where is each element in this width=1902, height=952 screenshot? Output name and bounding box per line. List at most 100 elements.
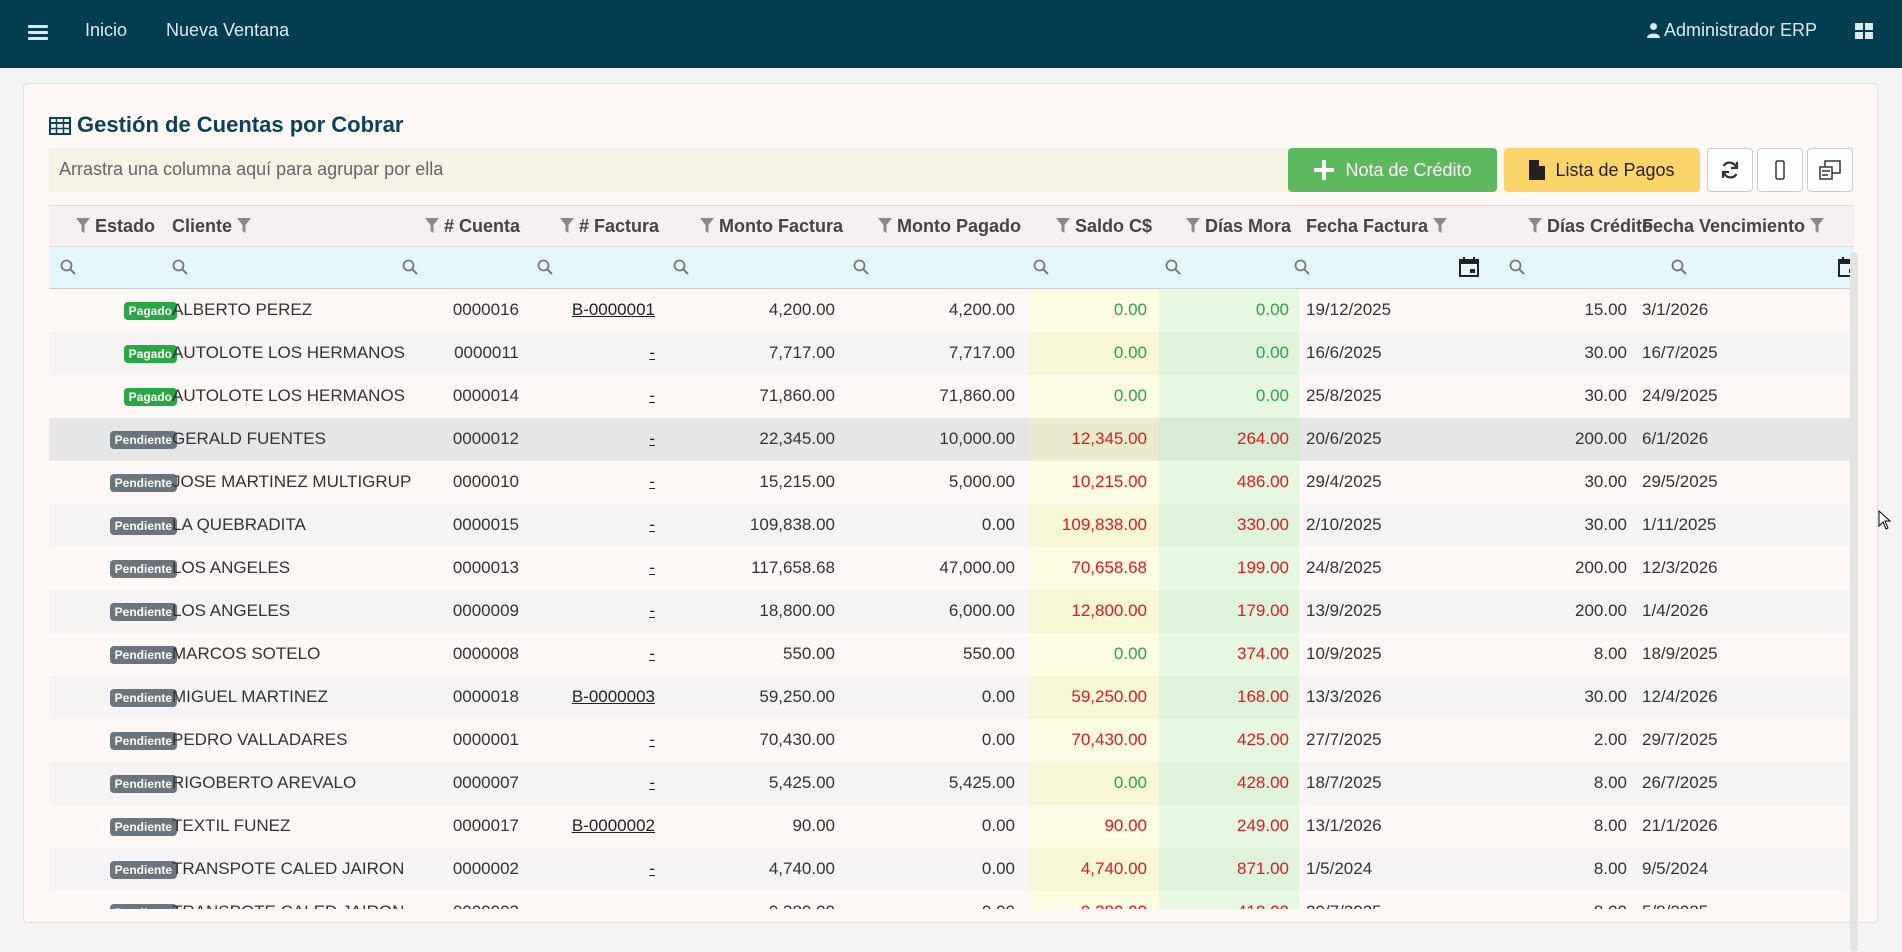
filter-search-estado-icon[interactable] — [60, 259, 76, 279]
cell-monto-factura: 117,658.68 — [751, 558, 835, 577]
filter-search-saldo-icon[interactable] — [1165, 259, 1181, 279]
table-row[interactable]: Pendiente LOS ANGELES 0000013 - 117,658.68 47… — [49, 547, 1854, 590]
cell-factura-link[interactable]: - — [649, 601, 655, 621]
refresh-icon — [1721, 161, 1739, 179]
cell-factura-link[interactable]: B-0000001 — [572, 300, 655, 320]
filter-icon[interactable] — [237, 218, 252, 234]
cell-factura-link[interactable]: - — [649, 386, 655, 406]
filter-icon[interactable] — [76, 218, 90, 234]
table-row[interactable]: Pendiente MIGUEL MARTINEZ 0000018 B-0000003… — [49, 676, 1854, 719]
cell-saldo: 0.00 — [1113, 300, 1147, 319]
table-row[interactable]: Pendiente MARCOS SOTELO 0000008 - 550.00 550.… — [49, 633, 1854, 676]
export-button[interactable] — [1757, 148, 1803, 192]
cell-factura-link[interactable]: - — [649, 902, 655, 909]
col-dias-credito-header[interactable]: Días Crédito — [1528, 216, 1653, 237]
cell-fecha-factura: 10/9/2025 — [1306, 644, 1382, 663]
column-chooser-button[interactable] — [1807, 148, 1853, 192]
col-estado-header[interactable]: Estado — [76, 216, 155, 237]
cell-fecha-factura: 25/8/2025 — [1306, 386, 1382, 405]
filter-icon[interactable] — [700, 218, 714, 234]
cell-dias-credito: 30.00 — [1584, 386, 1627, 405]
cell-fecha-factura: 1/5/2024 — [1306, 859, 1373, 878]
cell-saldo: 70,658.68 — [1071, 558, 1147, 577]
col-cuenta-header[interactable]: # Cuenta — [425, 216, 520, 237]
cell-saldo: 90.00 — [1104, 816, 1147, 835]
table-row[interactable]: Pendiente LOS ANGELES 0000009 - 18,800.00 6,0… — [49, 590, 1854, 633]
group-panel[interactable]: Arrastra una columna aquí para agrupar p… — [49, 148, 1294, 192]
filter-icon[interactable] — [1186, 218, 1200, 234]
filter-search-cuenta-icon[interactable] — [537, 259, 553, 279]
table-row[interactable]: Pendiente LA QUEBRADITA 0000015 - 109,838.00… — [49, 504, 1854, 547]
cell-factura-link[interactable]: - — [649, 859, 655, 879]
table-row[interactable]: Pagado ALBERTO PEREZ 0000016 B-0000001 4,200… — [49, 289, 1854, 332]
file-icon — [1529, 160, 1546, 180]
cell-cuenta: 0000013 — [452, 558, 519, 577]
filter-icon[interactable] — [1056, 218, 1070, 234]
table-row[interactable]: Pendiente GERALD FUENTES 0000012 - 22,345.00… — [49, 418, 1854, 461]
user-icon — [1646, 23, 1660, 38]
cell-dias-credito: 200.00 — [1575, 558, 1627, 577]
cell-monto-pagado: 0.00 — [981, 730, 1015, 749]
nota-credito-button[interactable]: Nota de Crédito — [1288, 148, 1497, 192]
cell-monto-pagado: 0.00 — [981, 687, 1015, 706]
lista-pagos-button[interactable]: Lista de Pagos — [1504, 148, 1700, 192]
table-row[interactable]: Pendiente PEDRO VALLADARES 0000001 - 70,430.… — [49, 719, 1854, 762]
filter-icon[interactable] — [1528, 218, 1542, 234]
filter-search-dias-mora-icon[interactable] — [1294, 259, 1310, 279]
apps-icon[interactable] — [1854, 21, 1874, 41]
cell-dias-credito: 15.00 — [1584, 300, 1627, 319]
cell-factura-link[interactable]: - — [649, 343, 655, 363]
col-factura-header[interactable]: # Factura — [560, 216, 659, 237]
table-row[interactable]: Pagado AUTOLOTE LOS HERMANOS 0000014 - 71,86… — [49, 375, 1854, 418]
col-fecha-venc-header[interactable]: Fecha Vencimiento — [1642, 216, 1825, 237]
col-saldo-header[interactable]: Saldo C$ — [1056, 216, 1152, 237]
cell-fecha-factura: 29/7/2025 — [1306, 902, 1382, 909]
cell-fecha-factura: 13/1/2026 — [1306, 816, 1382, 835]
table-row[interactable]: PendienteTRANSPOTE CALED JAIRON 0000003 - 9… — [49, 891, 1854, 909]
cell-factura-link[interactable]: - — [649, 730, 655, 750]
filter-icon[interactable] — [1810, 218, 1825, 234]
vertical-scrollbar[interactable] — [1850, 252, 1858, 952]
filter-search-cliente-end-icon[interactable] — [402, 259, 418, 279]
table-row[interactable]: Pendiente TEXTIL FUNEZ 0000017 B-0000002 90.… — [49, 805, 1854, 848]
filter-icon[interactable] — [425, 218, 439, 234]
nav-new-window-link[interactable]: Nueva Ventana — [166, 20, 289, 41]
table-row[interactable]: Pendiente RIGOBERTO AREVALO 0000007 - 5,425.… — [49, 762, 1854, 805]
cell-fecha-factura: 19/12/2025 — [1306, 300, 1392, 319]
status-badge: Pendiente — [109, 517, 177, 535]
filter-search-factura-icon[interactable] — [673, 259, 689, 279]
filter-search-dias-credito-icon[interactable] — [1509, 259, 1525, 279]
cell-factura-link[interactable]: - — [649, 773, 655, 793]
filter-search-cliente-icon[interactable] — [172, 259, 188, 279]
col-monto-pagado-header[interactable]: Monto Pagado — [878, 216, 1021, 237]
cell-fecha-factura: 27/7/2025 — [1306, 730, 1382, 749]
col-monto-factura-header[interactable]: Monto Factura — [700, 216, 843, 237]
cell-factura-link[interactable]: B-0000003 — [572, 687, 655, 707]
filter-search-monto-factura-icon[interactable] — [853, 259, 869, 279]
filter-search-monto-pagado-icon[interactable] — [1033, 259, 1049, 279]
filter-search-fecha-venc-icon[interactable] — [1671, 259, 1687, 279]
table-row[interactable]: Pendiente JOSE MARTINEZ MULTIGRUP 0000010 -… — [49, 461, 1854, 504]
menu-icon[interactable] — [26, 22, 50, 44]
col-cliente-header[interactable]: Cliente — [172, 216, 252, 237]
filter-icon[interactable] — [878, 218, 892, 234]
cell-factura-link[interactable]: B-0000002 — [572, 816, 655, 836]
cell-factura-link[interactable]: - — [649, 472, 655, 492]
table-row[interactable]: Pagado AUTOLOTE LOS HERMANOS 0000011 - 7,717… — [49, 332, 1854, 375]
cell-saldo: 59,250.00 — [1071, 687, 1147, 706]
cell-factura-link[interactable]: - — [649, 429, 655, 449]
refresh-button[interactable] — [1707, 148, 1753, 192]
cell-factura-link[interactable]: - — [649, 644, 655, 664]
col-dias-mora-header[interactable]: Días Mora — [1186, 216, 1291, 237]
filter-icon[interactable] — [560, 218, 574, 234]
col-fecha-factura-header[interactable]: Fecha Factura — [1306, 216, 1448, 237]
column-chooser-icon — [1819, 160, 1841, 180]
cell-dias-credito: 8.00 — [1593, 644, 1627, 663]
nav-home-link[interactable]: Inicio — [85, 20, 127, 41]
user-menu[interactable]: Administrador ERP — [1646, 20, 1817, 41]
cell-factura-link[interactable]: - — [649, 515, 655, 535]
calendar-fecha-factura-icon[interactable] — [1459, 257, 1479, 281]
filter-icon[interactable] — [1433, 218, 1448, 234]
cell-factura-link[interactable]: - — [649, 558, 655, 578]
table-row[interactable]: Pendiente TRANSPOTE CALED JAIRON 0000002 - 4… — [49, 848, 1854, 891]
